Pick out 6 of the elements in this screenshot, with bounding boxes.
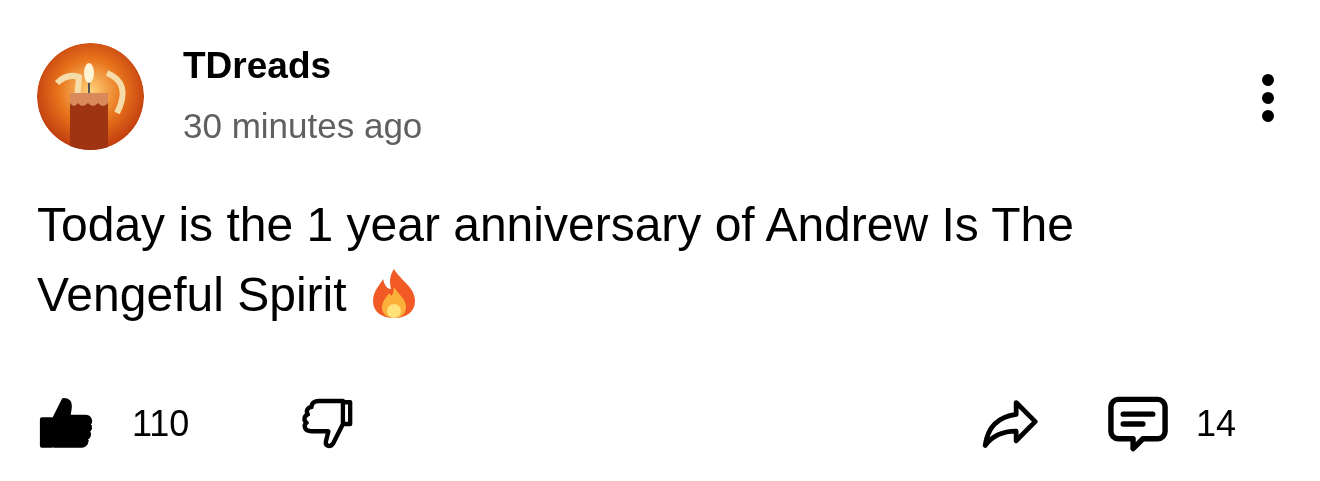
post-text-line: Vengeful Spirit xyxy=(37,267,347,323)
comments-button[interactable]: 14 xyxy=(1105,394,1236,454)
like-count: 110 xyxy=(132,402,190,446)
post-text-line: Today is the 1 year anniversary of Andrew Is The xyxy=(37,197,1074,253)
post-time: 30 minutes ago xyxy=(183,105,423,147)
author-name[interactable]: TDreads xyxy=(183,43,423,89)
